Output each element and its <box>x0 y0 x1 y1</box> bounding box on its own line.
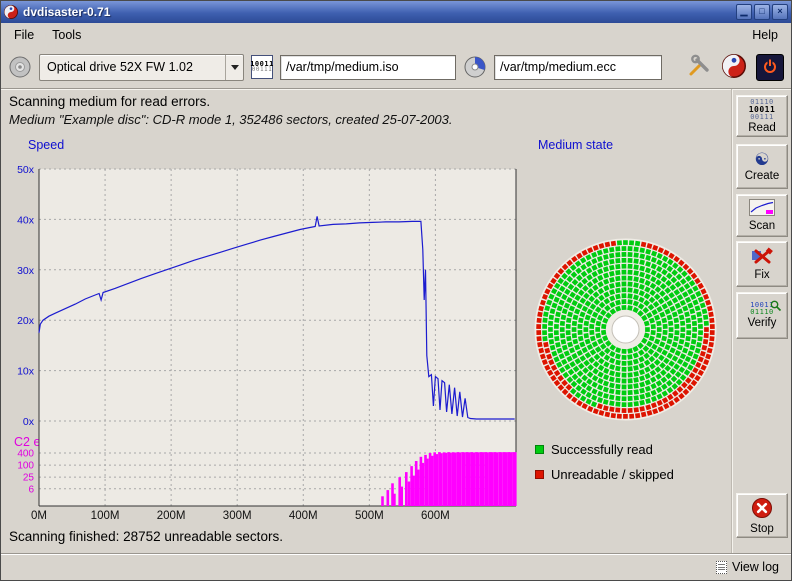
legend-successfully-read: Successfully read <box>535 442 653 457</box>
titlebar[interactable]: dvdisaster-0.71 ▁ □ × <box>1 1 791 23</box>
minimize-button[interactable]: ▁ <box>736 4 752 20</box>
statusbar: View log <box>1 553 791 580</box>
dvdisaster-logo-icon <box>722 54 746 81</box>
create-button-label: Create <box>745 170 780 182</box>
svg-text:0x: 0x <box>23 416 35 428</box>
scan-button[interactable]: Scan <box>736 194 788 237</box>
verify-button-label: Verify <box>748 317 777 329</box>
binary-digits-icon: 01110 10011 00111 <box>749 99 776 121</box>
svg-text:20x: 20x <box>17 315 35 327</box>
drive-select[interactable]: Optical drive 52X FW 1.02 <box>39 54 244 81</box>
toolbar: Optical drive 52X FW 1.02 10011 00111 <box>1 46 791 89</box>
ecc-path-input[interactable] <box>494 55 662 80</box>
stop-icon <box>751 497 773 522</box>
svg-text:0M: 0M <box>31 510 47 522</box>
svg-text:300M: 300M <box>223 510 252 522</box>
main-panel: Scanning medium for read errors. Medium … <box>1 89 732 553</box>
legend-label-unreadable: Unreadable / skipped <box>551 467 674 482</box>
svg-text:25: 25 <box>23 473 35 484</box>
stop-button-label: Stop <box>750 523 774 535</box>
svg-text:500M: 500M <box>355 510 384 522</box>
log-page-icon <box>716 561 727 574</box>
speed-c2-chart: 0x 10x 20x 30x 40x 50x 625100 400 0M 100M 200M 300M… <box>1 156 531 528</box>
view-log-label: View log <box>732 560 779 574</box>
legend-red-swatch <box>535 470 544 479</box>
svg-text:100: 100 <box>17 461 34 472</box>
view-log-button[interactable]: View log <box>709 557 786 577</box>
speed-axis-title: Speed <box>28 138 64 152</box>
menu-tools[interactable]: Tools <box>43 25 90 45</box>
maximize-button[interactable]: □ <box>754 4 770 20</box>
status-line: Scanning medium for read errors. <box>9 94 210 109</box>
window-title: dvdisaster-0.71 <box>23 5 729 19</box>
stop-button[interactable]: Stop <box>736 493 788 538</box>
action-sidebar: 01110 10011 00111 Read ☯ Create Scan <box>731 89 791 553</box>
close-button[interactable]: × <box>772 4 788 20</box>
verify-magnifier-icon: 10011 01110 <box>750 302 774 316</box>
scan-button-label: Scan <box>749 220 775 232</box>
create-button[interactable]: ☯ Create <box>736 144 788 189</box>
menu-file[interactable]: File <box>5 25 43 45</box>
chevron-down-icon[interactable] <box>225 55 243 80</box>
verify-button[interactable]: 10011 01110 Verify <box>736 292 788 339</box>
medium-info-line: Medium "Example disc": CD-R mode 1, 3524… <box>9 112 453 127</box>
svg-text:10x: 10x <box>17 366 35 378</box>
iso-file-icon: 10011 00111 <box>251 55 273 79</box>
about-logo-button[interactable] <box>721 53 747 82</box>
menu-help[interactable]: Help <box>743 25 787 45</box>
svg-text:400: 400 <box>17 448 34 459</box>
optical-drive-icon <box>8 55 32 79</box>
svg-text:6: 6 <box>28 484 34 495</box>
legend-green-swatch <box>535 445 544 454</box>
app-logo-icon <box>4 5 18 19</box>
fix-button-label: Fix <box>754 269 769 281</box>
medium-state-title: Medium state <box>538 138 613 152</box>
svg-text:600M: 600M <box>421 510 450 522</box>
svg-text:50x: 50x <box>17 164 35 176</box>
menubar: File Tools Help <box>1 23 791 46</box>
scan-chart-icon <box>749 199 775 219</box>
fix-button[interactable]: Fix <box>736 241 788 287</box>
read-button[interactable]: 01110 10011 00111 Read <box>736 95 788 137</box>
drive-select-value: Optical drive 52X FW 1.02 <box>40 60 225 74</box>
svg-text:40x: 40x <box>17 214 35 226</box>
preferences-button[interactable] <box>686 53 712 82</box>
ecc-disc-icon <box>463 55 487 79</box>
medium-state-disc <box>528 232 723 427</box>
read-button-label: Read <box>748 122 776 134</box>
app-window: dvdisaster-0.71 ▁ □ × File Tools Help Op… <box>0 0 792 581</box>
legend-unreadable: Unreadable / skipped <box>535 467 674 482</box>
svg-text:100M: 100M <box>91 510 120 522</box>
quit-button[interactable] <box>756 54 784 81</box>
svg-text:400M: 400M <box>289 510 318 522</box>
legend-label-read: Successfully read <box>551 442 653 457</box>
svg-text:30x: 30x <box>17 265 35 277</box>
power-icon <box>762 58 778 77</box>
iso-path-input[interactable] <box>280 55 456 80</box>
yin-yang-icon: ☯ <box>754 151 769 169</box>
svg-text:200M: 200M <box>157 510 186 522</box>
repair-tools-icon <box>750 247 774 268</box>
scan-result-line: Scanning finished: 28752 unreadable sect… <box>9 529 283 544</box>
wrench-icon <box>687 54 711 81</box>
